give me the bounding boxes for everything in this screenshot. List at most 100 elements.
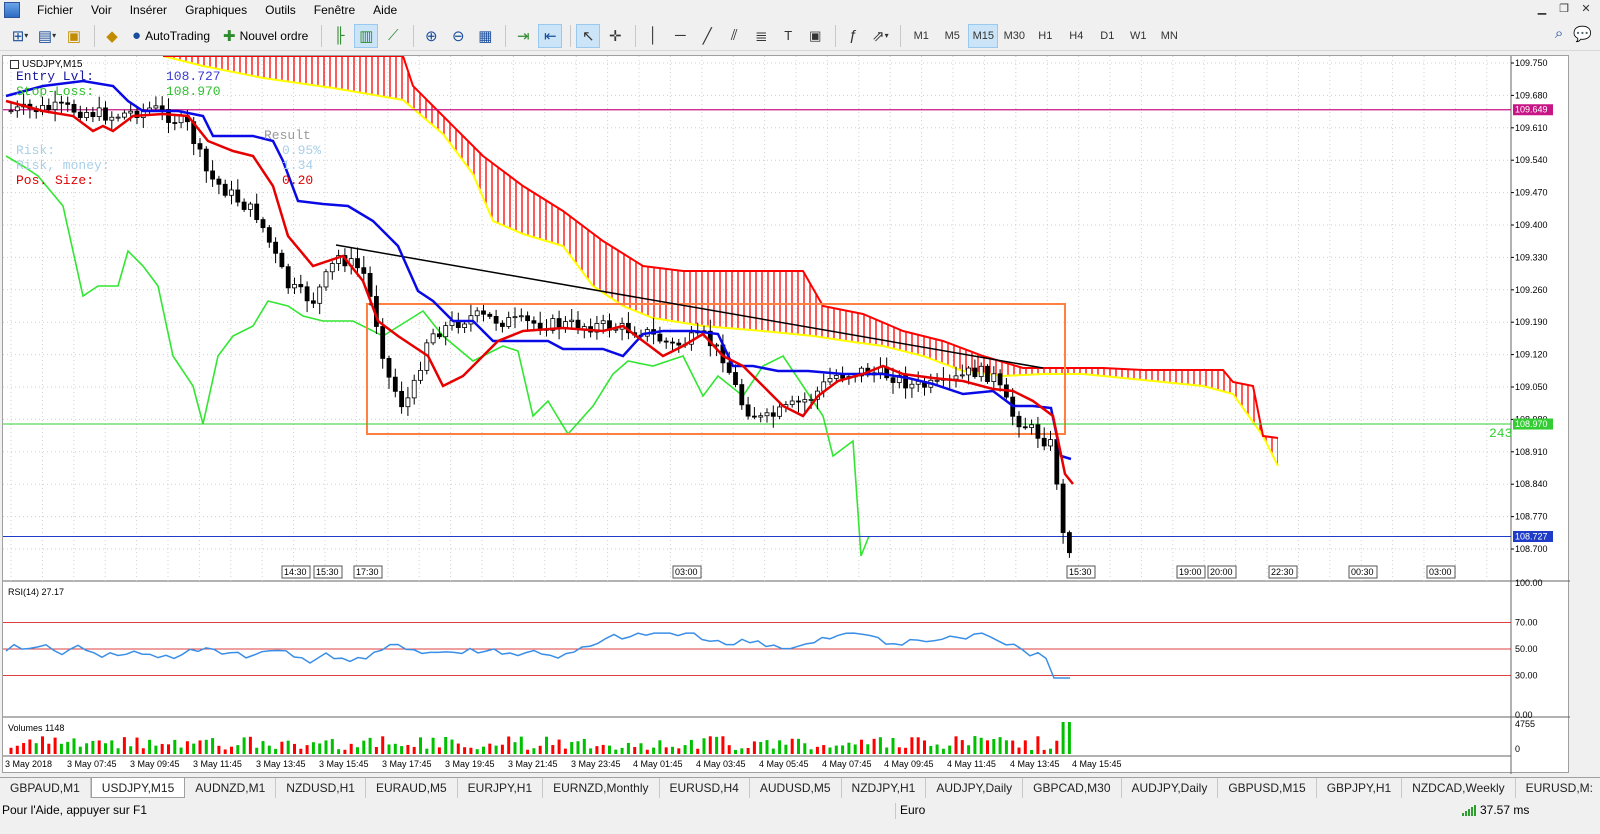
menu-fenetre[interactable]: Fenêtre xyxy=(305,0,364,20)
time-badge-label: 00:30 xyxy=(1351,567,1374,577)
close-icon[interactable]: ✕ xyxy=(1578,2,1594,17)
cursor-button[interactable]: ↖ xyxy=(576,23,601,48)
chart-tab[interactable]: GBPCAD,M30 xyxy=(1023,778,1122,798)
fibonacci-button[interactable]: ≣ xyxy=(749,24,773,48)
bearish-candle xyxy=(77,111,83,118)
price-scale-label: 109.540 xyxy=(1515,155,1548,165)
chart-canvas[interactable]: 109.750 109.680 109.610 109.540 109.470 109.4… xyxy=(3,56,1570,774)
bullish-candle xyxy=(443,325,449,338)
chart-tab[interactable]: NZDJPY,H1 xyxy=(842,778,927,798)
terminal-window: Fichier Voir Insérer Graphiques Outils F… xyxy=(0,0,1600,834)
bearish-candle xyxy=(273,241,279,254)
text-tool-button[interactable]: T xyxy=(776,24,800,48)
tile-windows-button[interactable]: ▦ xyxy=(473,24,497,48)
bearish-candle xyxy=(796,400,801,403)
chart-tab[interactable]: EURUSD,H4 xyxy=(660,778,750,798)
bullish-candle xyxy=(178,115,184,124)
crosshair-button[interactable]: ✛ xyxy=(603,24,627,48)
bearish-candle xyxy=(972,367,978,378)
auto-scroll-button[interactable]: ⇥ xyxy=(511,24,535,48)
tile-windows-icon: ▦ xyxy=(478,27,493,45)
chart-tab[interactable]: AUDNZD,M1 xyxy=(185,778,277,798)
status-profile[interactable]: Euro xyxy=(895,803,925,819)
arrows-button[interactable]: ⇗ ▾ xyxy=(868,24,892,48)
autotrading-button[interactable]: ● AutoTrading xyxy=(127,24,215,48)
bar-chart-button[interactable]: ╟ xyxy=(327,24,351,48)
toolbar-separator xyxy=(94,24,95,47)
chart-tab[interactable]: AUDUSD,M5 xyxy=(750,778,842,798)
search-icon[interactable]: ⌕ xyxy=(1555,25,1563,43)
chart-tab[interactable]: AUDJPY,Daily xyxy=(926,778,1024,798)
tf-w1-button[interactable]: W1 xyxy=(1123,24,1153,48)
trendline-button[interactable]: ╱ xyxy=(695,24,719,48)
tf-h1-button[interactable]: H1 xyxy=(1030,24,1060,48)
chat-icon[interactable]: 💬 xyxy=(1573,25,1592,43)
zoom-out-button[interactable]: ⊖ xyxy=(446,24,470,48)
chart-window[interactable]: 109.750 109.680 109.610 109.540 109.470 109.4… xyxy=(2,55,1570,774)
indicators-icon: ƒ xyxy=(849,27,858,44)
minimize-icon[interactable]: ▁ xyxy=(1534,2,1550,17)
chart-tab[interactable]: GBPJPY,H1 xyxy=(1317,778,1403,798)
tf-m30-button[interactable]: M30 xyxy=(999,24,1029,48)
text-label-button[interactable]: ▣ xyxy=(803,24,827,48)
tf-m15-button[interactable]: M15 xyxy=(968,23,999,48)
chart-tab[interactable]: EURAUD,M5 xyxy=(366,778,458,798)
bullish-candle xyxy=(1048,439,1053,447)
chart-menu-icon[interactable] xyxy=(10,60,19,69)
chart-tab[interactable]: EURJPY,H1 xyxy=(458,778,544,798)
menu-aide[interactable]: Aide xyxy=(364,0,406,20)
chart-tab[interactable]: AUDJPY,Daily xyxy=(1122,778,1219,798)
tf-mn-button[interactable]: MN xyxy=(1154,24,1184,48)
toolbar-separator xyxy=(321,24,323,47)
bearish-candle xyxy=(260,219,266,228)
new-order-button[interactable]: ✚ Nouvel ordre xyxy=(218,24,313,48)
menu-voir[interactable]: Voir xyxy=(82,0,121,20)
line-chart-button[interactable]: ⟋ xyxy=(381,24,405,48)
chart-tab[interactable]: USDJPY,M15 xyxy=(90,778,186,798)
chart-tab[interactable]: NZDUSD,H1 xyxy=(276,778,366,798)
bullish-candle xyxy=(153,105,159,109)
equidistant-channel-button[interactable]: ⫽ xyxy=(722,24,746,48)
bearish-candle xyxy=(997,373,1003,386)
connection-status[interactable]: 37.57 ms xyxy=(1462,803,1529,817)
bullish-candle xyxy=(411,379,417,399)
menu-graphiques[interactable]: Graphiques xyxy=(176,0,256,20)
tf-d1-button[interactable]: D1 xyxy=(1092,24,1122,48)
time-axis-label: 3 May 23:45 xyxy=(571,759,621,769)
bullish-candle xyxy=(506,317,512,327)
market-watch-button[interactable]: ▣ xyxy=(62,24,86,48)
toolbar-separator xyxy=(413,24,415,47)
tf-m1-button[interactable]: M1 xyxy=(906,24,936,48)
price-scale-label: 109.610 xyxy=(1515,123,1548,133)
chart-tab[interactable]: GBPUSD,M15 xyxy=(1218,778,1317,798)
zoom-in-button[interactable]: ⊕ xyxy=(419,24,443,48)
candlestick-button[interactable]: ▥ xyxy=(354,23,379,48)
tf-h4-button[interactable]: H4 xyxy=(1061,24,1091,48)
chart-tab[interactable]: EURUSD,M: xyxy=(1516,778,1600,798)
chart-tab[interactable]: GBPAUD,M1 xyxy=(0,778,91,798)
menu-inserer[interactable]: Insérer xyxy=(121,0,176,20)
chart-shift-button[interactable]: ⇤ xyxy=(538,23,563,48)
bullish-candle xyxy=(512,316,518,319)
toolbar-right: ⌕ 💬 xyxy=(1555,25,1592,43)
profiles-button[interactable]: ▤ ▾ xyxy=(35,24,59,48)
bearish-candle xyxy=(392,376,398,392)
menu-outils[interactable]: Outils xyxy=(256,0,305,20)
time-axis-label: 3 May 21:45 xyxy=(508,759,558,769)
time-axis-label: 4 May 13:45 xyxy=(1010,759,1060,769)
indicators-button[interactable]: ƒ xyxy=(841,24,865,48)
bearish-candle xyxy=(159,105,165,110)
metaeditor-button[interactable]: ◆ xyxy=(100,24,124,48)
toolbar-separator xyxy=(505,24,507,47)
bar-chart-icon: ╟ xyxy=(333,27,345,44)
chart-tab[interactable]: EURNZD,Monthly xyxy=(543,778,660,798)
new-chart-button[interactable]: ⊞ ▾ xyxy=(8,24,32,48)
bullish-candle xyxy=(14,106,20,112)
menu-fichier[interactable]: Fichier xyxy=(28,0,82,20)
new-order-label: Nouvel ordre xyxy=(239,28,309,43)
restore-icon[interactable]: ❐ xyxy=(1556,2,1572,17)
tf-m5-button[interactable]: M5 xyxy=(937,24,967,48)
vertical-line-button[interactable]: │ xyxy=(641,24,665,48)
horizontal-line-button[interactable]: ─ xyxy=(668,24,692,48)
chart-tab[interactable]: NZDCAD,Weekly xyxy=(1402,778,1516,798)
